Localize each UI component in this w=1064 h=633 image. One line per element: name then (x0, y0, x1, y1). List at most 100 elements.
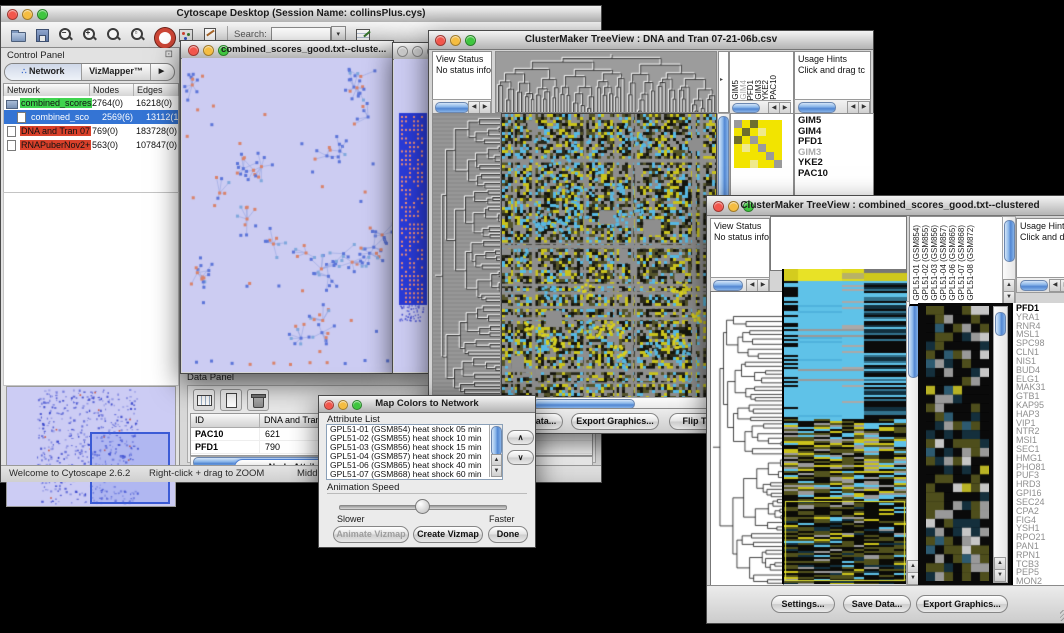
slider-thumb[interactable] (415, 499, 430, 514)
network-view-titlebar[interactable]: combined_scores_good.txt--cluste... (181, 41, 393, 59)
network-canvas-area-2[interactable] (394, 59, 428, 372)
gene-label[interactable]: GTB1 (1016, 392, 1064, 401)
gene-label[interactable]: CPA2 (1016, 507, 1064, 516)
RNAPuberNov2+[interactable]: RNAPuberNov2+ 563(0) 107847(0) (4, 138, 178, 152)
zoom-out-icon[interactable]: − (55, 25, 77, 45)
gene-label[interactable]: HRD3 (1016, 480, 1064, 489)
gene-label[interactable]: MAK31 (1016, 383, 1064, 392)
network-overview[interactable] (6, 386, 176, 507)
gene-label[interactable]: PUF3 (1016, 471, 1064, 480)
gene-label[interactable]: PAC10 (798, 169, 873, 180)
gene-label[interactable]: NTR2 (1016, 427, 1064, 436)
gene-label[interactable]: HMG1 (1016, 454, 1064, 463)
gene-label[interactable]: CLN1 (1016, 348, 1064, 357)
scroll-down-icon[interactable]: ▼ (994, 569, 1006, 582)
gene-label[interactable]: PFD1 (1016, 304, 1064, 313)
resize-grip[interactable] (1060, 610, 1064, 621)
gene-label[interactable]: RPN1 (1016, 551, 1064, 560)
gene-label[interactable]: MSI1 (1016, 436, 1064, 445)
scroll-right-icon[interactable]: ▶ (1060, 279, 1064, 292)
gene-label[interactable]: RPO21 (1016, 533, 1064, 542)
gene-label[interactable]: GIM5 (798, 116, 873, 127)
gene-label[interactable]: SPC98 (1016, 339, 1064, 348)
attribute-list-item[interactable]: GPL51-07 (GSM868) heat shock 60 min (327, 470, 502, 479)
gene-label[interactable]: GPI16 (1016, 489, 1064, 498)
animate-vizmap-button[interactable]: Animate Vizmap (333, 526, 409, 543)
open-folder-icon[interactable] (7, 25, 29, 45)
gene-label[interactable]: YSH1 (1016, 524, 1064, 533)
tab-network[interactable]: ∴ Network (5, 64, 82, 80)
tv2-row-dendrogram[interactable] (711, 312, 783, 587)
zoom-selected-icon[interactable] (103, 25, 125, 45)
tv1-heatmap[interactable] (501, 113, 717, 398)
scroll-down-icon[interactable]: ▼ (491, 465, 502, 477)
zoom-in-icon[interactable]: + (79, 25, 101, 45)
tv1-splitter[interactable]: ▸ (718, 51, 729, 113)
done-button[interactable]: Done (488, 526, 528, 543)
move-up-button[interactable]: ∧ (507, 430, 534, 445)
tab-vizmapper[interactable]: VizMapper™ (82, 64, 151, 80)
network-graph[interactable] (182, 58, 392, 372)
treeview2-titlebar[interactable]: ClusterMaker TreeView : combined_scores_… (707, 196, 1064, 216)
gene-label[interactable]: GIM3 (798, 148, 873, 159)
zoom-fit-icon[interactable]: ▫ (127, 25, 149, 45)
main-titlebar[interactable]: Cytoscape Desktop (Session Name: collins… (1, 6, 601, 23)
tv2-hints-scrollbar[interactable]: ◀ ▶ (1016, 277, 1064, 293)
tab-overflow-arrow-icon[interactable]: ▶ (151, 64, 172, 80)
tv2-col-labels-scrollbar[interactable]: ▲ ▼ (1002, 216, 1016, 305)
save-data-button[interactable]: Save Data... (843, 595, 911, 613)
gene-label[interactable]: ELG1 (1016, 375, 1064, 384)
attribute-list-scrollbar[interactable]: ▲ ▼ (489, 425, 502, 477)
tv2-heatmap[interactable] (782, 269, 907, 584)
treeview1-titlebar[interactable]: ClusterMaker TreeView : DNA and Tran 07-… (429, 31, 873, 50)
float-panel-icon[interactable]: ⊡ (165, 49, 173, 60)
table-icon[interactable] (193, 389, 215, 411)
network-canvas-area[interactable] (182, 58, 392, 372)
minimize-icon[interactable] (203, 45, 214, 56)
combined_scores[interactable]: combined_scores 2764(0) 16218(0) (4, 96, 178, 110)
minimize-icon[interactable] (412, 46, 423, 57)
export-graphics-button[interactable]: Export Graphics... (916, 595, 1008, 613)
settings-button[interactable]: Settings... (771, 595, 835, 613)
gene-label[interactable]: SEC1 (1016, 445, 1064, 454)
gene-label[interactable]: PFD1 (798, 137, 873, 148)
gene-label[interactable]: PAN1 (1016, 542, 1064, 551)
gene-label[interactable]: YKE2 (798, 158, 873, 169)
gene-label[interactable]: YRA1 (1016, 313, 1064, 322)
tv1-summary-heatmap[interactable] (734, 120, 782, 168)
move-down-button[interactable]: ∨ (507, 450, 534, 465)
DNA and Tran 07[interactable]: DNA and Tran 07 769(0) 183728(0) (4, 124, 178, 138)
combined_sco[interactable]: combined_sco 2569(6) 13112(15) (4, 110, 178, 124)
tv1-row-dendrogram[interactable] (432, 113, 501, 398)
tv1-column-dendrogram[interactable] (495, 51, 717, 113)
network-graph-2[interactable] (394, 59, 428, 372)
close-icon[interactable] (397, 46, 408, 57)
close-icon[interactable] (188, 45, 199, 56)
gene-label[interactable]: KAP95 (1016, 401, 1064, 410)
tv2-row-dendrogram-area[interactable] (710, 291, 784, 588)
gene-label[interactable]: NIS1 (1016, 357, 1064, 366)
gene-label[interactable]: SEC24 (1016, 498, 1064, 507)
save-icon[interactable] (31, 25, 53, 45)
page-icon[interactable] (220, 389, 242, 411)
tv2-col-dendrogram-area[interactable] (770, 216, 907, 271)
create-vizmap-button[interactable]: Create Vizmap (413, 526, 483, 543)
gene-label[interactable]: HAP3 (1016, 410, 1064, 419)
gene-label[interactable]: PEP5 (1016, 568, 1064, 577)
help-lifesaver-icon[interactable] (151, 25, 173, 45)
gene-label[interactable]: RNR4 (1016, 322, 1064, 331)
dialog-titlebar[interactable]: Map Colors to Network (319, 396, 535, 413)
gene-label[interactable]: TCB3 (1016, 560, 1064, 569)
gene-label[interactable]: GIM4 (798, 127, 873, 138)
network-view2-titlebar[interactable] (393, 43, 429, 60)
gene-label[interactable]: PHO81 (1016, 463, 1064, 472)
network-tab-icon: ∴ (21, 67, 26, 76)
export-graphics-button[interactable]: Export Graphics... (571, 413, 659, 430)
gene-label[interactable]: MSL1 (1016, 330, 1064, 339)
gene-label[interactable]: FIG4 (1016, 516, 1064, 525)
gene-label[interactable]: BUD4 (1016, 366, 1064, 375)
tv2-secondary-heatmap[interactable] (926, 306, 989, 581)
gene-label[interactable]: VIP1 (1016, 419, 1064, 428)
trash-icon[interactable] (247, 389, 269, 411)
tv2-secondary-vscrollbar[interactable]: ▲ ▼ (993, 306, 1008, 583)
